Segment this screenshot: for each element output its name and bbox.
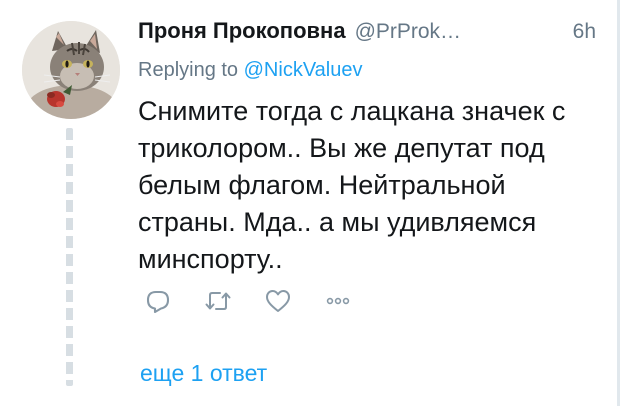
- retweet-icon: [205, 292, 231, 310]
- reply-icon: [146, 290, 170, 313]
- tweet-reply-card: Проня Прокоповна @PrProk… 6h Replying to…: [0, 0, 620, 406]
- author-name[interactable]: Проня Прокоповна: [138, 18, 346, 44]
- like-button[interactable]: [264, 287, 292, 315]
- tweet-content: Проня Прокоповна @PrProk… 6h Replying to…: [138, 18, 600, 278]
- tweet-timestamp[interactable]: 6h: [573, 20, 596, 44]
- more-button[interactable]: [324, 287, 352, 315]
- replying-to-label: Replying to: [138, 59, 239, 81]
- heart-icon: [266, 290, 290, 312]
- thread-line: [66, 128, 73, 386]
- replying-to: Replying to @NickValuev: [138, 59, 600, 85]
- avatar[interactable]: [22, 21, 120, 119]
- replying-to-handle-link[interactable]: @NickValuev: [244, 59, 363, 81]
- retweet-button[interactable]: [204, 287, 232, 315]
- tweet-text: Снимите тогда с лацкана значек с триколо…: [138, 96, 566, 274]
- tweet-header: Проня Прокоповна @PrProk… 6h: [138, 18, 600, 50]
- tweet-actions: [144, 287, 384, 315]
- more-icon: [326, 297, 350, 305]
- reply-button[interactable]: [144, 287, 172, 315]
- show-more-replies-link[interactable]: еще 1 ответ: [140, 360, 267, 387]
- author-handle[interactable]: @PrProk…: [355, 20, 462, 44]
- cat-avatar-image: [22, 21, 120, 119]
